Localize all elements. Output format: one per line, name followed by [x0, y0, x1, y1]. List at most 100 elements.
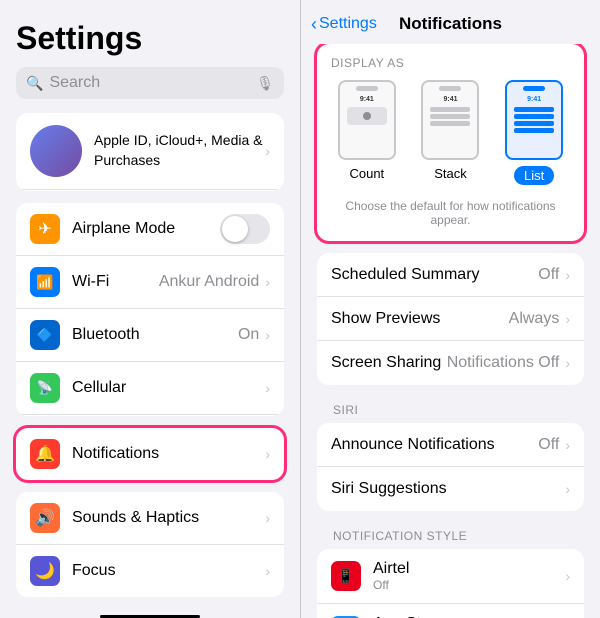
announce-notifications-label: Announce Notifications [331, 436, 538, 454]
siri-section-label: SIRI [301, 397, 600, 421]
left-panel: Settings 🔍 Search 🎙 Apple ID, iCloud+, M… [0, 0, 300, 618]
scheduled-summary-value: Off [538, 266, 559, 284]
notif-list-bar [514, 121, 554, 126]
phone-time: 9:41 [360, 96, 374, 103]
scheduled-summary-row[interactable]: Scheduled Summary Off › [317, 253, 584, 297]
chevron-right-icon: › [265, 274, 270, 290]
chevron-right-icon: › [565, 355, 570, 371]
siri-suggestions-label: Siri Suggestions [331, 480, 565, 498]
chevron-right-icon: › [565, 437, 570, 453]
microphone-icon: 🎙 [256, 75, 274, 92]
display-hint: Choose the default for how notifications… [329, 195, 572, 229]
notification-stack [430, 107, 470, 126]
notification-count [347, 107, 387, 125]
count-phone-mock: 9:41 [338, 80, 396, 160]
notif-bar [430, 114, 470, 119]
chevron-right-icon: › [265, 143, 270, 159]
back-chevron-icon: ‹ [311, 14, 317, 35]
notif-bar [430, 107, 470, 112]
siri-group: Announce Notifications Off › Siri Sugges… [317, 423, 584, 511]
bottom-group: 🔊 Sounds & Haptics › 🌙 Focus › ⏱ Screen … [16, 492, 284, 598]
stack-label: Stack [434, 166, 467, 181]
list-phone-mock: 9:41 [505, 80, 563, 160]
chevron-right-icon: › [565, 568, 570, 584]
show-previews-value: Always [509, 310, 560, 328]
bluetooth-icon: 🔷 [30, 320, 60, 350]
phone-time: 9:41 [443, 96, 457, 103]
notifications-row-outlined[interactable]: 🔔 Notifications › [16, 428, 284, 480]
display-option-list[interactable]: 9:41 List [505, 80, 563, 185]
display-option-count[interactable]: 9:41 Count [338, 80, 396, 185]
chevron-right-icon: › [265, 446, 270, 462]
wifi-icon: 📶 [30, 267, 60, 297]
siri-suggestions-row[interactable]: Siri Suggestions › [317, 467, 584, 511]
phone-notch [439, 86, 461, 91]
bluetooth-row[interactable]: 🔷 Bluetooth On › [16, 309, 284, 362]
notification-list [514, 107, 554, 133]
cellular-label: Cellular [72, 379, 265, 397]
page-title: Notifications [399, 14, 502, 34]
notifications-label: Notifications [72, 445, 265, 463]
announce-notifications-row[interactable]: Announce Notifications Off › [317, 423, 584, 467]
airtel-row[interactable]: 📱 Airtel Off › [317, 549, 584, 604]
airplane-mode-row[interactable]: ✈ Airplane Mode [16, 203, 284, 256]
screen-sharing-label: Screen Sharing [331, 354, 447, 372]
apple-id-card: Apple ID, iCloud+, Media & Purchases › › [16, 113, 284, 191]
sounds-icon: 🔊 [30, 503, 60, 533]
phone-time: 9:41 [527, 96, 541, 103]
notif-list-bar [514, 128, 554, 133]
list-selected-badge: List [514, 166, 554, 185]
display-as-label: DISPLAY AS [329, 56, 572, 70]
phone-notch [356, 86, 378, 91]
count-dot [363, 112, 371, 120]
count-label: Count [349, 166, 384, 181]
sounds-row[interactable]: 🔊 Sounds & Haptics › [16, 492, 284, 545]
phone-notch [523, 86, 545, 91]
search-placeholder: Search [49, 74, 250, 92]
notification-style-label: NOTIFICATION STYLE [301, 523, 600, 547]
back-button[interactable]: ‹ Settings [311, 14, 377, 35]
airplane-mode-label: Airplane Mode [72, 220, 212, 238]
search-icon: 🔍 [26, 75, 43, 92]
notifications-icon: 🔔 [30, 439, 60, 469]
wifi-label: Wi-Fi [72, 273, 159, 291]
notification-style-group: 📱 Airtel Off › 🅐 App Store Banners › [317, 549, 584, 618]
display-options: 9:41 Count 9:41 [329, 80, 572, 185]
airplane-mode-icon: ✈ [30, 214, 60, 244]
airtel-info: Airtel Off [373, 560, 409, 592]
appstore-row[interactable]: 🅐 App Store Banners › [317, 604, 584, 618]
show-previews-row[interactable]: Show Previews Always › [317, 297, 584, 341]
airtel-sub: Off [373, 578, 409, 592]
avatar [30, 125, 82, 177]
family-row[interactable]: › [16, 190, 284, 191]
wifi-row[interactable]: 📶 Wi-Fi Ankur Android › [16, 256, 284, 309]
notif-bar [430, 121, 470, 126]
right-header: ‹ Settings Notifications [301, 0, 600, 44]
sounds-label: Sounds & Haptics [72, 509, 265, 527]
apple-id-text: Apple ID, iCloud+, Media & Purchases [94, 131, 265, 170]
focus-label: Focus [72, 562, 265, 580]
right-content: DISPLAY AS 9:41 Count [301, 44, 600, 618]
cellular-icon: 📡 [30, 373, 60, 403]
main-settings-group: Scheduled Summary Off › Show Previews Al… [317, 253, 584, 385]
apple-id-row[interactable]: Apple ID, iCloud+, Media & Purchases › [16, 113, 284, 190]
scheduled-summary-label: Scheduled Summary [331, 266, 538, 284]
search-bar[interactable]: 🔍 Search 🎙 [16, 67, 284, 99]
focus-row[interactable]: 🌙 Focus › [16, 545, 284, 598]
screen-sharing-row[interactable]: Screen Sharing Notifications Off › [317, 341, 584, 385]
chevron-right-icon: › [265, 327, 270, 343]
display-as-section: DISPLAY AS 9:41 Count [317, 44, 584, 241]
right-panel: ‹ Settings Notifications DISPLAY AS 9:41 [300, 0, 600, 618]
chevron-right-icon: › [565, 311, 570, 327]
notif-list-bar [514, 114, 554, 119]
chevron-right-icon: › [565, 481, 570, 497]
airtel-icon: 📱 [331, 561, 361, 591]
cellular-row[interactable]: 📡 Cellular › [16, 362, 284, 415]
display-option-stack[interactable]: 9:41 Stack [421, 80, 479, 185]
airplane-mode-toggle[interactable] [220, 214, 270, 244]
chevron-right-icon: › [565, 267, 570, 283]
chevron-right-icon: › [265, 510, 270, 526]
focus-icon: 🌙 [30, 556, 60, 586]
wifi-value: Ankur Android [159, 273, 260, 291]
notifications-row-inner[interactable]: 🔔 Notifications › [16, 428, 284, 480]
